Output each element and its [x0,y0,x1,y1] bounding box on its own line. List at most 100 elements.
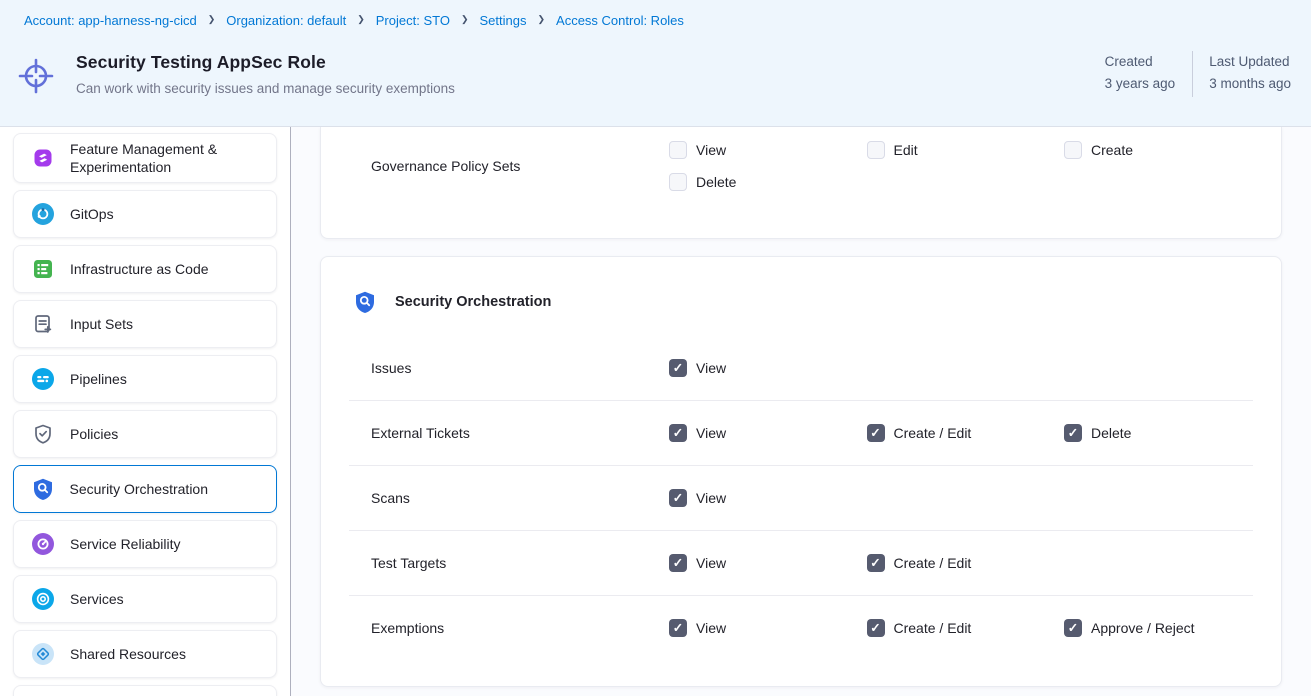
shared-resources-icon [31,642,55,666]
security-orchestration-icon [353,290,377,314]
breadcrumb-item-organization-default[interactable]: Organization: default [226,13,346,28]
permission-label: Edit [894,142,918,158]
permission-option-exemptions-approve-reject[interactable]: Approve / Reject [1064,619,1262,637]
resource-label: Test Targets [371,555,669,571]
checkbox-checked[interactable] [867,554,885,572]
permission-option-governance-policy-sets-view[interactable]: View [669,141,867,159]
permission-option-issues-view[interactable]: View [669,359,867,377]
permission-grid: View [669,359,1262,377]
breadcrumb-item-project-sto[interactable]: Project: STO [376,13,450,28]
sidebar-item-security-orchestration[interactable]: Security Orchestration [13,465,277,513]
permission-option-external-tickets-delete[interactable]: Delete [1064,424,1262,442]
sidebar-item-gitops[interactable]: GitOps [13,190,277,238]
infrastructure-as-code-icon [31,257,55,281]
permissions-panel: Governance Policy Sets View Edit Create … [291,127,1311,696]
checkbox-checked[interactable] [669,359,687,377]
permission-option-governance-policy-sets-edit[interactable]: Edit [867,141,1065,159]
checkbox-unchecked[interactable] [867,141,885,159]
resource-label: Scans [371,490,669,506]
sidebar-item-shared-resources[interactable]: Shared Resources [13,630,277,678]
sidebar-item-policies[interactable]: Policies [13,410,277,458]
permission-option-exemptions-create-edit[interactable]: Create / Edit [867,619,1065,637]
last-updated-value: 3 months ago [1209,73,1291,95]
permission-label: View [696,360,726,376]
permission-label: Delete [696,174,736,190]
permission-label: Create / Edit [894,555,972,571]
permission-row-external-tickets: External Tickets View Create / Edit Dele… [349,400,1253,465]
role-crosshair-icon [14,54,58,126]
breadcrumb-item-account-app-harness-ng-cicd[interactable]: Account: app-harness-ng-cicd [24,13,197,28]
sidebar-item-label: Feature Management & Experimentation [70,140,266,176]
sidebar-item-feature-management-experimentation[interactable]: Feature Management & Experimentation [13,133,277,183]
checkbox-unchecked[interactable] [669,173,687,191]
permission-label: View [696,142,726,158]
gitops-icon [31,202,55,226]
sidebar-item-pipelines[interactable]: Pipelines [13,355,277,403]
checkbox-unchecked[interactable] [669,141,687,159]
permission-option-governance-policy-sets-create[interactable]: Create [1064,141,1262,159]
sidebar-item-label: Infrastructure as Code [70,260,209,278]
service-reliability-icon [31,532,55,556]
sidebar-item-label: GitOps [70,205,114,223]
sidebar-item-services[interactable]: Services [13,575,277,623]
page-header: Security Testing AppSec Role Can work wi… [0,40,1311,127]
feature-flags-icon [31,146,55,170]
page-description: Can work with security issues and manage… [76,80,472,97]
checkbox-checked[interactable] [1064,619,1082,637]
permission-rows: Governance Policy Sets View Edit Create … [349,127,1253,191]
permission-label: View [696,490,726,506]
permission-option-scans-view[interactable]: View [669,489,867,507]
permission-option-exemptions-view[interactable]: View [669,619,867,637]
sidebar-item-input-sets[interactable]: Input Sets [13,300,277,348]
breadcrumb-separator-icon: ❯ [461,14,469,25]
checkbox-checked[interactable] [867,424,885,442]
sidebar-item-partial[interactable] [13,685,277,696]
breadcrumb-item-access-control-roles[interactable]: Access Control: Roles [556,13,684,28]
permission-label: Create / Edit [894,620,972,636]
permission-option-external-tickets-create-edit[interactable]: Create / Edit [867,424,1065,442]
breadcrumb: Account: app-harness-ng-cicd ❯ Organizatio… [0,0,1311,40]
breadcrumb-item-settings[interactable]: Settings [480,13,527,28]
section-title: Security Orchestration [395,294,551,310]
permission-option-test-targets-view[interactable]: View [669,554,867,572]
checkbox-checked[interactable] [669,424,687,442]
permission-row-exemptions: Exemptions View Create / Edit Approve / … [349,595,1253,660]
sidebar-item-label: Security Orchestration [70,480,209,498]
permission-label: View [696,555,726,571]
input-sets-icon [31,312,55,336]
checkbox-checked[interactable] [669,489,687,507]
permission-section-card: Governance Policy Sets View Edit Create … [320,127,1282,239]
sidebar-item-infrastructure-as-code[interactable]: Infrastructure as Code [13,245,277,293]
sidebar-item-label: Input Sets [70,315,133,333]
breadcrumb-separator-icon: ❯ [357,14,365,25]
permission-row-test-targets: Test Targets View Create / Edit [349,530,1253,595]
sidebar-item-label: Services [70,590,124,608]
created-label: Created [1105,51,1176,73]
created-value: 3 years ago [1105,73,1176,95]
checkbox-checked[interactable] [867,619,885,637]
resource-label: Governance Policy Sets [371,158,669,174]
permission-label: Create / Edit [894,425,972,441]
permission-option-governance-policy-sets-delete[interactable]: Delete [669,173,867,191]
breadcrumb-separator-icon: ❯ [537,14,545,25]
services-icon [31,587,55,611]
permission-option-test-targets-create-edit[interactable]: Create / Edit [867,554,1065,572]
policies-icon [31,422,55,446]
permission-grid: View Edit Create Delete [669,141,1262,191]
sidebar-list: Feature Management & Experimentation Git… [0,127,290,696]
checkbox-unchecked[interactable] [1064,141,1082,159]
permission-row-scans: Scans View [349,465,1253,530]
permission-label: Delete [1091,425,1131,441]
permission-row-governance-policy-sets: Governance Policy Sets View Edit Create … [349,127,1253,191]
checkbox-checked[interactable] [1064,424,1082,442]
permission-label: View [696,620,726,636]
permission-grid: View [669,489,1262,507]
checkbox-checked[interactable] [669,619,687,637]
breadcrumb-separator-icon: ❯ [208,14,216,25]
permission-option-external-tickets-view[interactable]: View [669,424,867,442]
section-header: Security Orchestration [321,257,1281,314]
checkbox-checked[interactable] [669,554,687,572]
pipelines-icon [31,367,55,391]
sidebar-item-service-reliability[interactable]: Service Reliability [13,520,277,568]
sidebar-item-label: Service Reliability [70,535,180,553]
